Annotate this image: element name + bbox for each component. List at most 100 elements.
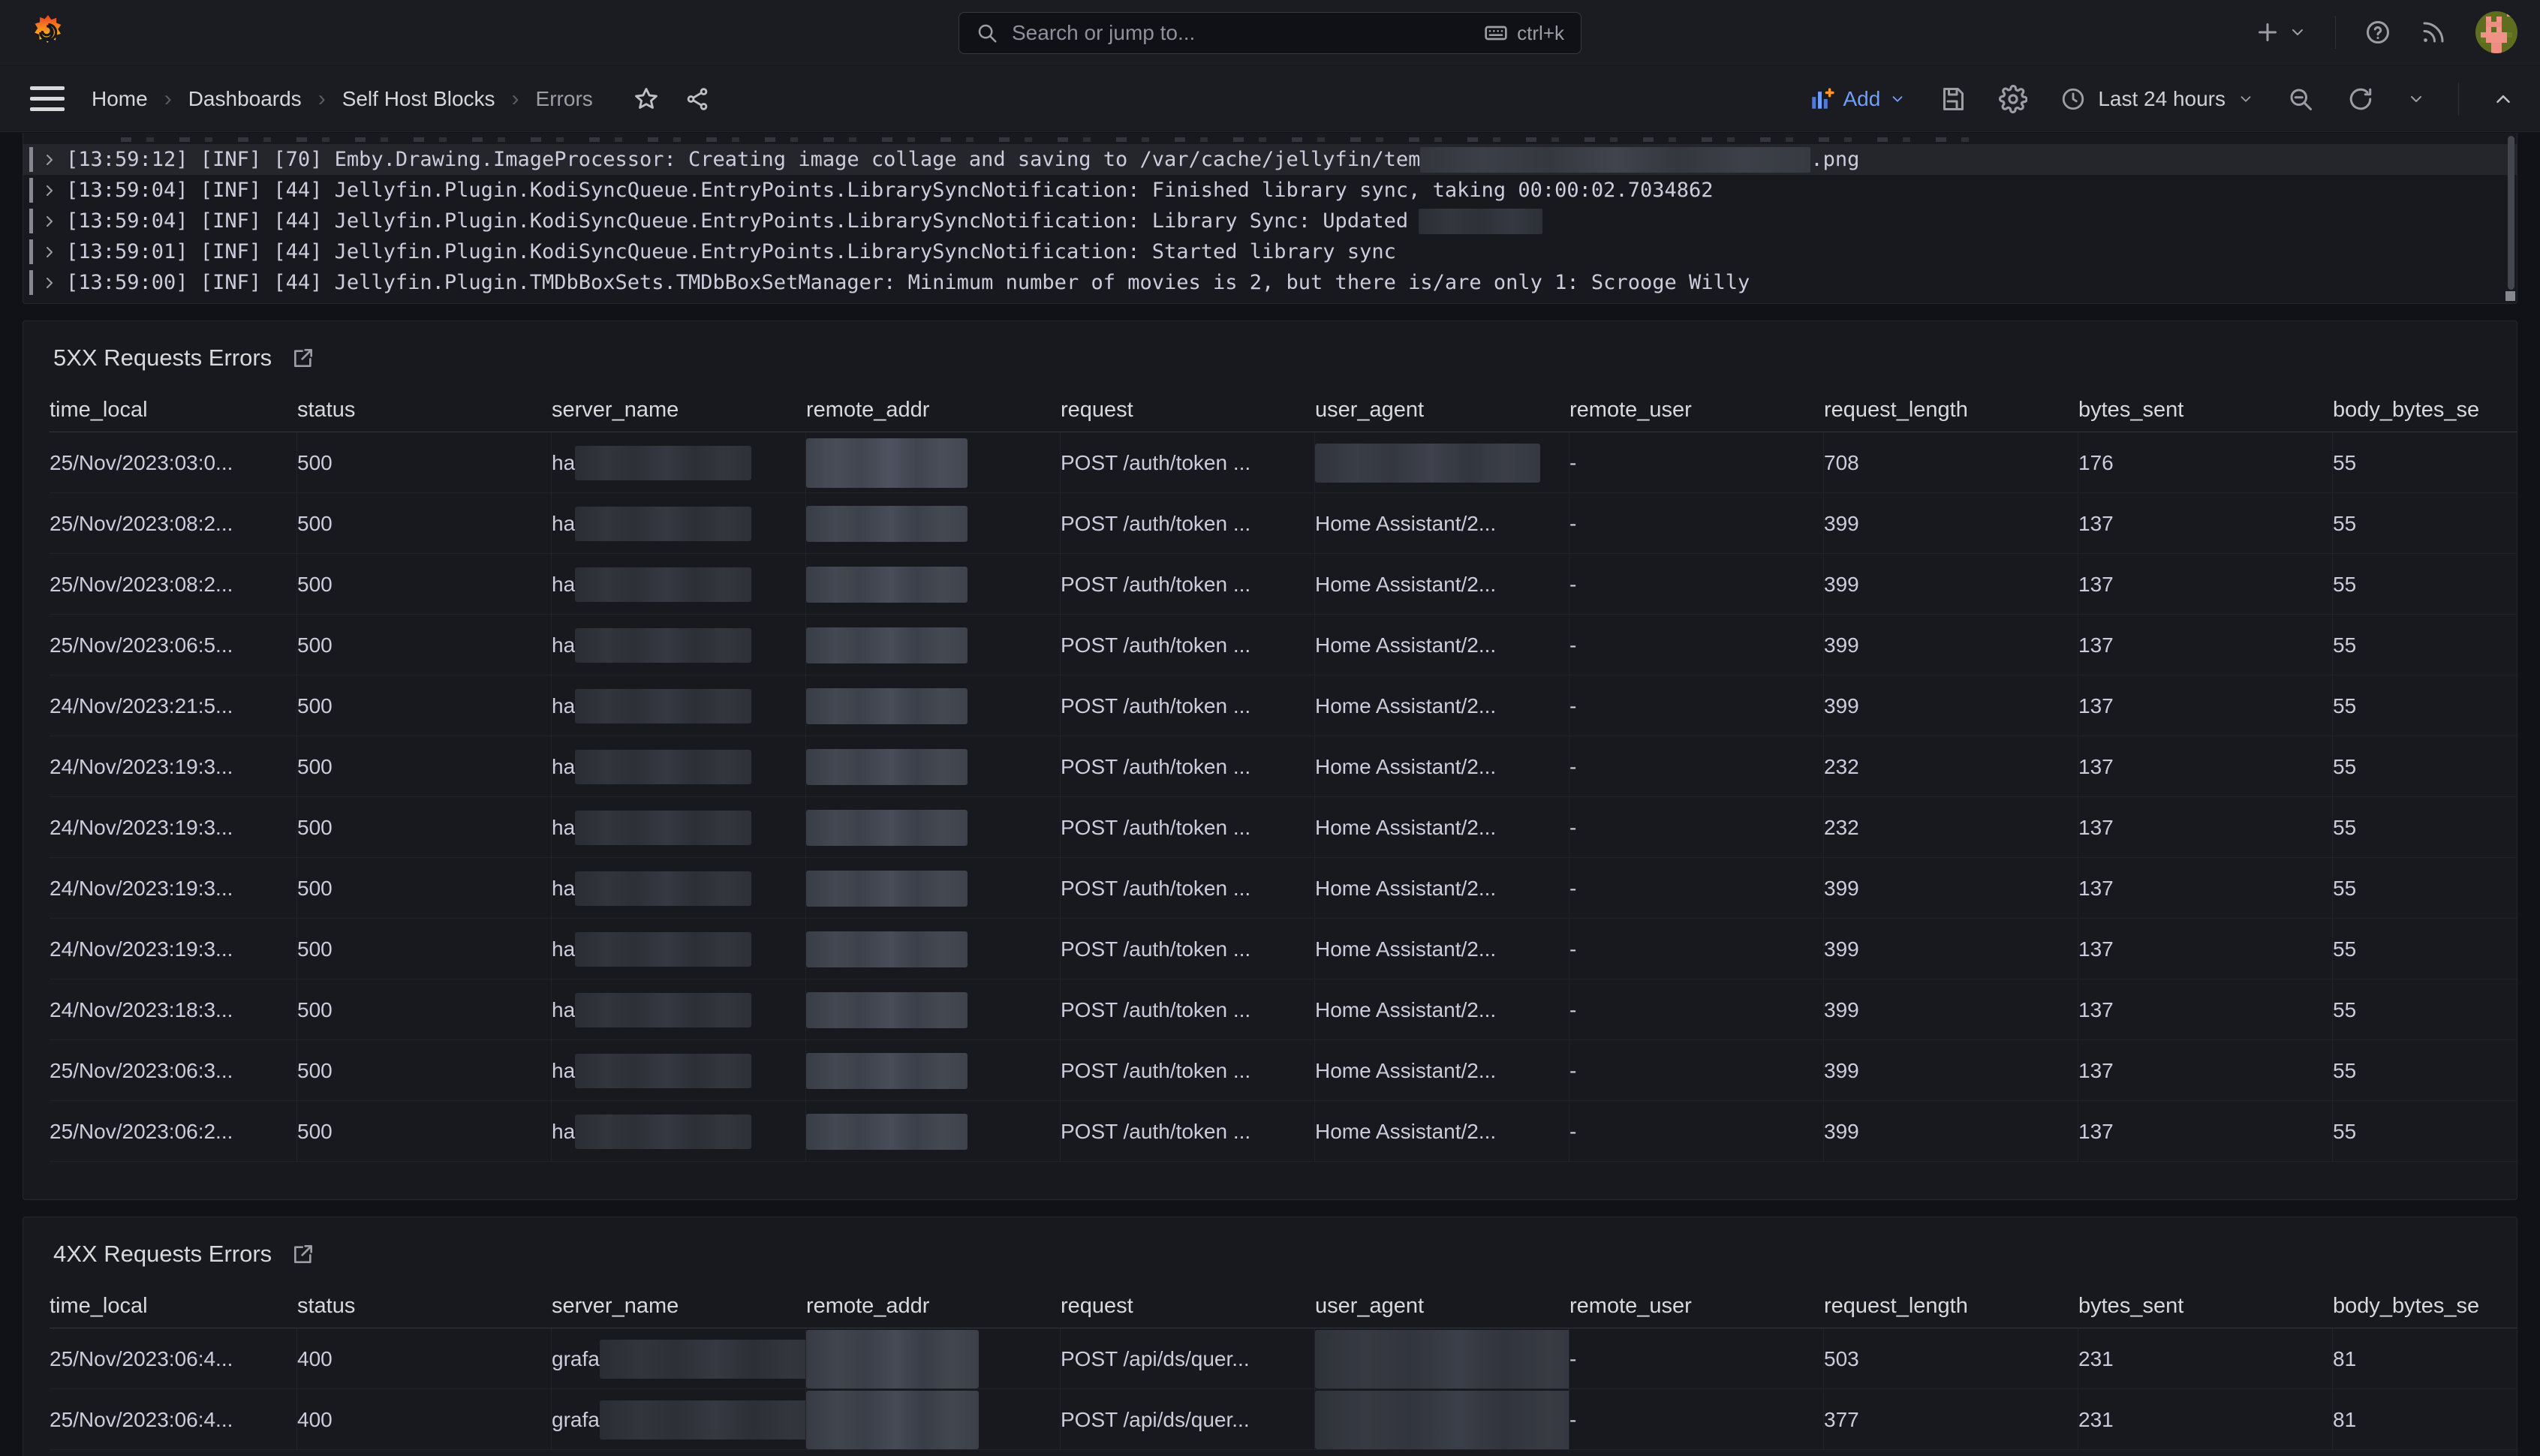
- column-header-remote_addr[interactable]: remote_addr: [806, 1294, 1061, 1319]
- column-header-user_agent[interactable]: user_agent: [1315, 398, 1569, 423]
- column-header-time_local[interactable]: time_local: [50, 1294, 297, 1319]
- cell-value: POST /auth/token ...: [1061, 573, 1250, 597]
- cell-value: 400: [297, 1347, 333, 1371]
- cell-value: 500: [297, 816, 333, 840]
- redacted-block: [806, 1053, 968, 1089]
- collapse-caret-icon[interactable]: [2492, 88, 2514, 110]
- cell-value: 503: [1824, 1347, 1859, 1371]
- column-header-body_bytes_se[interactable]: body_bytes_se: [2333, 1294, 2517, 1319]
- panel-title[interactable]: 5XX Requests Errors: [53, 344, 272, 372]
- new-button[interactable]: [2254, 19, 2307, 46]
- cell-value: Home Assistant/2...: [1315, 633, 1496, 657]
- cell-value: 399: [1824, 877, 1859, 901]
- table-cell: 500: [297, 858, 552, 919]
- column-header-remote_user[interactable]: remote_user: [1569, 1294, 1824, 1319]
- cell-value: 55: [2333, 451, 2356, 475]
- column-header-server_name[interactable]: server_name: [552, 398, 806, 423]
- share-icon[interactable]: [685, 86, 710, 112]
- news-icon[interactable]: [2420, 19, 2447, 46]
- cell-value: 25/Nov/2023:06:4...: [50, 1347, 233, 1371]
- help-icon[interactable]: [2364, 19, 2391, 46]
- column-header-status[interactable]: status: [297, 1294, 552, 1319]
- table-cell: POST /auth/token ...: [1061, 736, 1315, 797]
- table-cell: 500: [297, 736, 552, 797]
- column-header-body_bytes_se[interactable]: body_bytes_se: [2333, 398, 2517, 423]
- external-link-icon[interactable]: [291, 1242, 315, 1266]
- column-header-request_length[interactable]: request_length: [1824, 1294, 2078, 1319]
- table-cell: -: [1569, 1040, 1824, 1101]
- table-cell: 25/Nov/2023:06:4...: [50, 1328, 297, 1389]
- breadcrumb-self-host-blocks[interactable]: Self Host Blocks: [342, 87, 495, 111]
- expand-log-icon[interactable]: [41, 182, 59, 200]
- external-link-icon[interactable]: [291, 346, 315, 370]
- add-button[interactable]: Add: [1809, 86, 1907, 112]
- expand-log-icon[interactable]: [41, 274, 59, 292]
- save-dashboard-icon[interactable]: [1939, 86, 1966, 113]
- table-cell: 55: [2333, 1101, 2517, 1162]
- time-range-picker[interactable]: Last 24 hours: [2060, 86, 2254, 112]
- zoom-out-icon[interactable]: [2287, 86, 2314, 113]
- expand-log-icon[interactable]: [41, 151, 59, 169]
- table-cell: 399: [1824, 919, 2078, 979]
- refresh-interval-chevron-icon[interactable]: [2407, 90, 2425, 108]
- grafana-logo-icon[interactable]: [30, 14, 66, 50]
- clock-icon: [2060, 86, 2086, 112]
- table-cell: 24/Nov/2023:21:5...: [50, 675, 297, 736]
- star-icon[interactable]: [633, 86, 659, 112]
- table-cell: [806, 858, 1061, 919]
- refresh-icon[interactable]: [2347, 86, 2374, 113]
- table-cell: Home Assistant/2...: [1315, 1040, 1569, 1101]
- cell-value: 500: [297, 694, 333, 718]
- user-avatar[interactable]: [2475, 11, 2517, 53]
- expand-log-icon[interactable]: [41, 243, 59, 261]
- cell-value-prefix: ha: [552, 1120, 575, 1144]
- column-header-bytes_sent[interactable]: bytes_sent: [2078, 1294, 2333, 1319]
- breadcrumb-errors: Errors: [536, 87, 593, 111]
- cell-value: Home Assistant/2...: [1315, 1059, 1496, 1083]
- column-header-remote_user[interactable]: remote_user: [1569, 398, 1824, 423]
- table-cell: 399: [1824, 554, 2078, 615]
- menu-icon[interactable]: [30, 86, 65, 111]
- search-placeholder: Search or jump to...: [1012, 21, 1470, 45]
- table-cell: Home Assistant/2...: [1315, 675, 1569, 736]
- table-cell: 500: [297, 797, 552, 858]
- cell-value: -: [1569, 877, 1576, 901]
- table-row: 25/Nov/2023:06:4...400grafaPOST /api/ds/…: [50, 1389, 2517, 1450]
- log-vertical-scrollbar[interactable]: [2508, 136, 2514, 290]
- breadcrumb-home[interactable]: Home: [92, 87, 148, 111]
- search-icon: [976, 22, 998, 44]
- dashboard-settings-icon[interactable]: [1999, 85, 2027, 113]
- log-rows: [13:59:12] [INF] [70] Emby.Drawing.Image…: [23, 134, 2517, 298]
- table-cell: 137: [2078, 675, 2333, 736]
- column-header-status[interactable]: status: [297, 398, 552, 423]
- table-cell: Home Assistant/2...: [1315, 979, 1569, 1040]
- table-cell: 500: [297, 979, 552, 1040]
- column-header-bytes_sent[interactable]: bytes_sent: [2078, 398, 2333, 423]
- column-header-user_agent[interactable]: user_agent: [1315, 1294, 1569, 1319]
- cell-value: -: [1569, 998, 1576, 1022]
- column-header-server_name[interactable]: server_name: [552, 1294, 806, 1319]
- search-input[interactable]: Search or jump to... ctrl+k: [959, 12, 1581, 54]
- cell-value: -: [1569, 512, 1576, 536]
- log-level-bar: [29, 147, 33, 172]
- table-cell: [806, 1328, 1061, 1389]
- breadcrumb-dashboards[interactable]: Dashboards: [188, 87, 302, 111]
- redacted-block: [575, 507, 751, 541]
- table-cell: -: [1569, 1101, 1824, 1162]
- table-cell: 231: [2078, 1389, 2333, 1450]
- redacted-block: [806, 992, 968, 1028]
- redacted-block: [600, 1340, 806, 1379]
- table-cell: [1315, 1328, 1569, 1389]
- column-header-time_local[interactable]: time_local: [50, 398, 297, 423]
- table-cell: Home Assistant/2...: [1315, 797, 1569, 858]
- table-row: 24/Nov/2023:19:3...500haPOST /auth/token…: [50, 736, 2517, 797]
- table-cell: 81: [2333, 1328, 2517, 1389]
- expand-log-icon[interactable]: [41, 212, 59, 230]
- column-header-request[interactable]: request: [1061, 1294, 1315, 1319]
- panel-title[interactable]: 4XX Requests Errors: [53, 1240, 272, 1268]
- table-cell: ha: [552, 554, 806, 615]
- column-header-request[interactable]: request: [1061, 398, 1315, 423]
- column-header-remote_addr[interactable]: remote_addr: [806, 398, 1061, 423]
- column-header-request_length[interactable]: request_length: [1824, 398, 2078, 423]
- table-cell: -: [1569, 979, 1824, 1040]
